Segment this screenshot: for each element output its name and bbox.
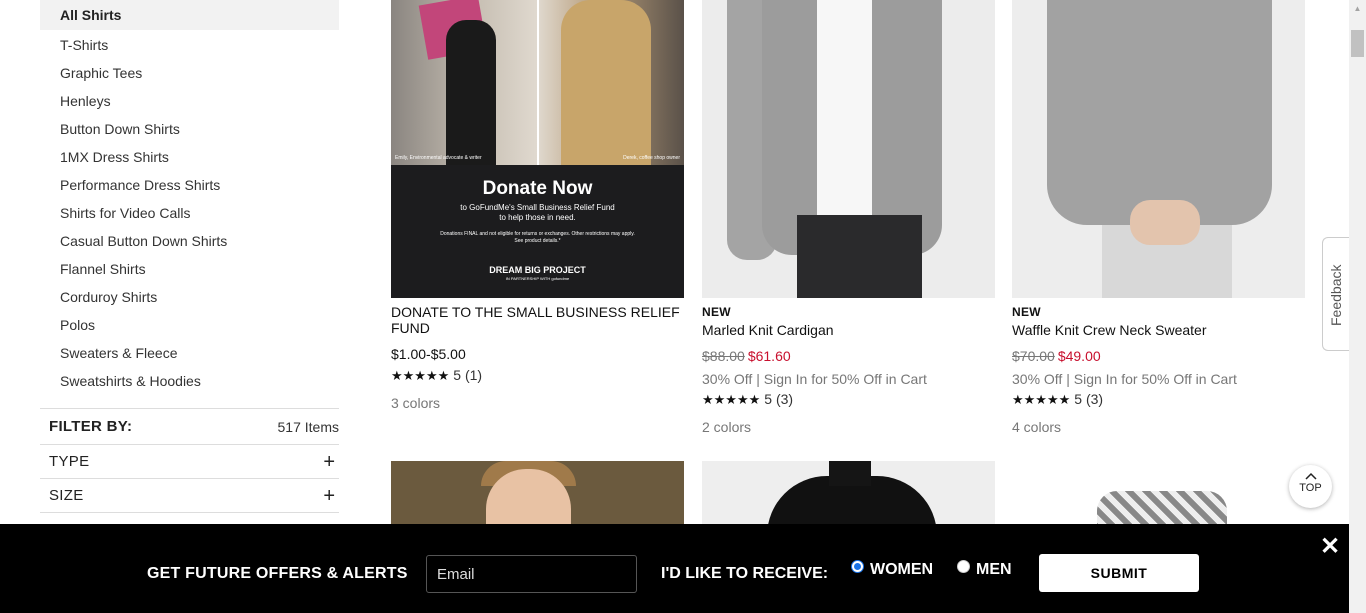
- back-to-top-button[interactable]: TOP: [1289, 465, 1332, 508]
- photo-caption-right: Derek, coffee shop owner: [623, 155, 680, 161]
- category-graphic-tees[interactable]: Graphic Tees: [40, 58, 339, 86]
- category-all-shirts[interactable]: All Shirts: [40, 0, 339, 30]
- close-icon[interactable]: ✕: [1320, 535, 1340, 559]
- category-flannel-shirts[interactable]: Flannel Shirts: [40, 254, 339, 282]
- top-label: TOP: [1299, 482, 1322, 494]
- category-performance-dress-shirts[interactable]: Performance Dress Shirts: [40, 170, 339, 198]
- donate-photo: Emily, Environmental advocate & writer D…: [391, 0, 684, 165]
- product-image-row2-2[interactable]: [702, 461, 995, 524]
- product-price: $88.00 $61.60: [702, 348, 995, 366]
- facet-size-label: SIZE: [49, 487, 84, 504]
- product-info-cardigan: NEW Marled Knit Cardigan $88.00 $61.60 30…: [702, 305, 995, 435]
- rating-value: 5 (1): [453, 367, 483, 383]
- star-rating-icon: ★★★★★: [702, 392, 761, 407]
- feedback-label: Feedback: [1328, 264, 1344, 326]
- banner-headline: GET FUTURE OFFERS & ALERTS: [147, 565, 408, 582]
- donate-subtitle-1: to GoFundMe's Small Business Relief Fund: [460, 203, 615, 212]
- product-image-row2-3[interactable]: [1012, 461, 1305, 524]
- scroll-up-arrow-icon[interactable]: ▲: [1349, 0, 1366, 17]
- filter-by-label: FILTER BY:: [49, 418, 133, 435]
- product-colors[interactable]: 4 colors: [1012, 419, 1305, 435]
- category-polos[interactable]: Polos: [40, 310, 339, 338]
- product-rating[interactable]: ★★★★★ 5 (3): [702, 391, 995, 408]
- donate-partner: IN PARTNERSHIP WITH gofundme: [505, 276, 570, 281]
- new-badge: NEW: [702, 305, 731, 319]
- rating-value: 5 (3): [1074, 391, 1104, 407]
- category-sidebar: All Shirts T-Shirts Graphic Tees Henleys…: [40, 0, 339, 394]
- product-info-donate: DONATE TO THE SMALL BUSINESS RELIEF FUND…: [391, 304, 684, 411]
- product-image-donate[interactable]: Emily, Environmental advocate & writer D…: [391, 0, 684, 298]
- radio-women[interactable]: WOMEN: [851, 560, 934, 579]
- category-casual-button-down-shirts[interactable]: Casual Button Down Shirts: [40, 226, 339, 254]
- category-henleys[interactable]: Henleys: [40, 86, 339, 114]
- offers-signup-banner: GET FUTURE OFFERS & ALERTS I'D LIKE TO R…: [0, 524, 1349, 613]
- category-corduroy-shirts[interactable]: Corduroy Shirts: [40, 282, 339, 310]
- donate-title: Donate Now: [482, 178, 593, 199]
- promo-text: 30% Off | Sign In for 50% Off in Cart: [1012, 371, 1237, 387]
- product-image-sweater[interactable]: [1012, 0, 1305, 298]
- product-name[interactable]: DONATE TO THE SMALL BUSINESS RELIEF FUND: [391, 304, 684, 336]
- radio-women-label: WOMEN: [870, 561, 934, 578]
- product-price: $1.00-$5.00: [391, 346, 466, 362]
- email-input[interactable]: [426, 555, 637, 593]
- product-colors[interactable]: 3 colors: [391, 395, 684, 411]
- donate-panel: Donate Now to GoFundMe's Small Business …: [391, 165, 684, 298]
- product-image-cardigan[interactable]: [702, 0, 995, 298]
- star-rating-icon: ★★★★★: [391, 368, 450, 383]
- product-rating[interactable]: ★★★★★ 5 (3): [1012, 391, 1305, 408]
- donate-subtitle-2: to help those in need.: [499, 213, 576, 222]
- original-price: $88.00: [702, 348, 745, 364]
- new-badge: NEW: [1012, 305, 1041, 319]
- product-rating[interactable]: ★★★★★ 5 (1): [391, 367, 684, 384]
- photo-caption-left: Emily, Environmental advocate & writer: [395, 155, 482, 161]
- product-name[interactable]: Waffle Knit Crew Neck Sweater: [1012, 322, 1305, 338]
- donate-brand: DREAM BIG PROJECT: [489, 265, 586, 275]
- receive-label: I'D LIKE TO RECEIVE:: [661, 565, 829, 582]
- category-sweatshirts-hoodies[interactable]: Sweatshirts & Hoodies: [40, 366, 339, 394]
- item-count: 517 Items: [277, 418, 339, 435]
- radio-men-label: MEN: [976, 561, 1012, 578]
- plus-icon[interactable]: +: [323, 452, 335, 472]
- product-image-row2-1[interactable]: [391, 461, 684, 524]
- product-colors[interactable]: 2 colors: [702, 419, 995, 435]
- radio-women-indicator[interactable]: [851, 560, 864, 573]
- submit-button[interactable]: SUBMIT: [1039, 554, 1199, 592]
- category-button-down-shirts[interactable]: Button Down Shirts: [40, 114, 339, 142]
- category-t-shirts[interactable]: T-Shirts: [40, 30, 339, 58]
- scrollbar[interactable]: ▲: [1349, 0, 1366, 613]
- radio-men[interactable]: MEN: [957, 560, 1012, 579]
- scrollbar-thumb[interactable]: [1351, 30, 1364, 57]
- original-price: $70.00: [1012, 348, 1055, 364]
- donate-fine-print-2: See product details.*: [514, 238, 561, 244]
- plus-icon[interactable]: +: [323, 486, 335, 506]
- promo-text: 30% Off | Sign In for 50% Off in Cart: [702, 371, 927, 387]
- category-shirts-for-video-calls[interactable]: Shirts for Video Calls: [40, 198, 339, 226]
- sale-price: $49.00: [1057, 348, 1101, 364]
- product-info-sweater: NEW Waffle Knit Crew Neck Sweater $70.00…: [1012, 305, 1305, 435]
- product-name[interactable]: Marled Knit Cardigan: [702, 322, 995, 338]
- facet-size[interactable]: SIZE +: [40, 479, 339, 513]
- donate-fine-print-1: Donations FINAL and not eligible for ret…: [440, 231, 635, 237]
- feedback-tab[interactable]: Feedback: [1322, 237, 1350, 351]
- category-sweaters-fleece[interactable]: Sweaters & Fleece: [40, 338, 339, 366]
- product-price: $70.00 $49.00: [1012, 348, 1305, 366]
- facet-type[interactable]: TYPE +: [40, 445, 339, 479]
- filter-header: FILTER BY: 517 Items: [40, 408, 339, 445]
- star-rating-icon: ★★★★★: [1012, 392, 1071, 407]
- rating-value: 5 (3): [764, 391, 794, 407]
- category-1mx-dress-shirts[interactable]: 1MX Dress Shirts: [40, 142, 339, 170]
- facet-type-label: TYPE: [49, 453, 90, 470]
- sale-price: $61.60: [747, 348, 791, 364]
- radio-men-indicator[interactable]: [957, 560, 970, 573]
- chevron-up-icon: [1289, 470, 1332, 482]
